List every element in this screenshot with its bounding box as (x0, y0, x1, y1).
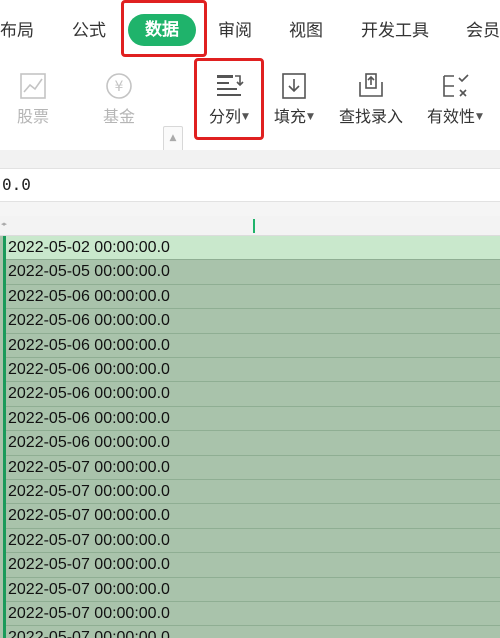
validity-dropdown-icon[interactable]: ▼ (476, 112, 483, 122)
table-row[interactable]: 2022-05-06 00:00:00.0 (6, 431, 500, 456)
tab-member[interactable]: 会员 (466, 10, 500, 52)
table-row[interactable]: 2022-05-02 00:00:00.0 (6, 236, 500, 261)
table-row[interactable]: 2022-05-05 00:00:00.0 (6, 260, 500, 285)
formula-divider (0, 202, 500, 216)
tab-review[interactable]: 审阅 (218, 10, 252, 52)
fill-label: 填充 (274, 107, 307, 126)
tab-data-highlight (121, 0, 207, 57)
fund-label: 基金 (102, 107, 135, 126)
ribbon-tabs: 布局 公式 数据 审阅 视图 开发工具 会员 (0, 0, 500, 62)
lookup-entry-button[interactable]: 查找录入 (334, 62, 408, 150)
lookup-entry-label: 查找录入 (338, 107, 403, 126)
table-row[interactable]: 2022-05-07 00:00:00.0 (6, 553, 500, 578)
ribbon-divider (0, 150, 500, 168)
table-row[interactable]: 2022-05-06 00:00:00.0 (6, 382, 500, 407)
column-marker (253, 219, 255, 233)
table-row[interactable]: 2022-05-07 00:00:00.0 (6, 480, 500, 505)
tab-layout[interactable]: 布局 (0, 10, 34, 52)
stock-button[interactable]: 股票 (10, 62, 56, 150)
validity-icon (443, 74, 469, 97)
formula-bar[interactable]: 0.0 (0, 168, 500, 202)
stock-chart-icon (20, 73, 46, 99)
table-row[interactable]: 2022-05-07 00:00:00.0 (6, 529, 500, 554)
table-row[interactable]: 2022-05-07 00:00:00.0 (6, 456, 500, 480)
scroll-up-icon[interactable]: ▲ (164, 127, 182, 149)
split-column-highlight (194, 58, 264, 140)
lookup-entry-icon (359, 73, 383, 97)
column-header[interactable]: ◂▸ (0, 216, 500, 236)
fill-dropdown-icon[interactable]: ▼ (307, 112, 314, 122)
tab-developer[interactable]: 开发工具 (361, 10, 429, 52)
stock-label: 股票 (16, 107, 49, 126)
table-row[interactable]: 2022-05-07 00:00:00.0 (6, 578, 500, 602)
table-row[interactable]: 2022-05-06 00:00:00.0 (6, 285, 500, 310)
table-row[interactable]: 2022-05-06 00:00:00.0 (6, 407, 500, 432)
table-row[interactable]: 2022-05-06 00:00:00.0 (6, 309, 500, 334)
formula-value[interactable]: 0.0 (2, 175, 31, 194)
table-row[interactable]: 2022-05-07 00:00:00.0 (6, 626, 500, 638)
validity-label: 有效性 (427, 107, 476, 126)
tab-formula[interactable]: 公式 (72, 10, 106, 52)
svg-text:¥: ¥ (115, 79, 124, 95)
table-row[interactable]: 2022-05-07 00:00:00.0 (6, 504, 500, 529)
expand-arrows-icon[interactable]: ◂▸ (1, 220, 7, 228)
data-grid: 2022-05-02 00:00:00.0 2022-05-05 00:00:0… (0, 236, 500, 638)
fill-button[interactable]: 填充▼ (268, 62, 320, 150)
table-row[interactable]: 2022-05-07 00:00:00.0 (6, 602, 500, 627)
table-row[interactable]: 2022-05-06 00:00:00.0 (6, 358, 500, 383)
fund-button[interactable]: ¥ 基金 (96, 62, 142, 150)
validity-button[interactable]: 有效性▼ (420, 62, 490, 150)
yen-coin-icon: ¥ (106, 73, 132, 99)
table-row[interactable]: 2022-05-06 00:00:00.0 (6, 334, 500, 358)
fill-down-icon (282, 73, 306, 99)
tab-view[interactable]: 视图 (289, 10, 323, 52)
